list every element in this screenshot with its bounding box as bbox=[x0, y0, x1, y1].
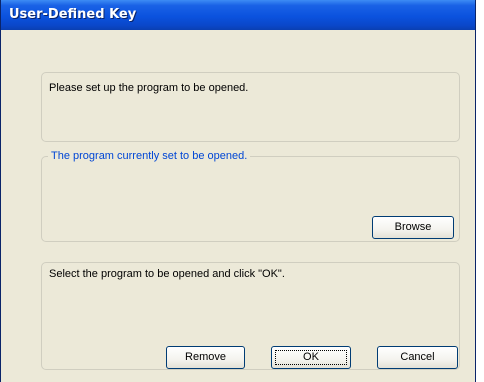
window-title: User-Defined Key bbox=[9, 7, 137, 22]
cancel-button[interactable]: Cancel bbox=[377, 346, 458, 369]
select-instruction-text: Select the program to be opened and clic… bbox=[49, 268, 285, 280]
remove-button[interactable]: Remove bbox=[166, 346, 245, 369]
ok-button[interactable]: OK bbox=[271, 346, 351, 369]
info-text: Please set up the program to be opened. bbox=[49, 82, 249, 94]
user-defined-key-dialog: User-Defined Key Please set up the progr… bbox=[0, 0, 476, 382]
browse-button[interactable]: Browse bbox=[372, 216, 454, 239]
ok-button-label: OK bbox=[303, 351, 319, 363]
remove-button-label: Remove bbox=[185, 351, 226, 363]
browse-button-label: Browse bbox=[394, 221, 432, 233]
cancel-button-label: Cancel bbox=[400, 351, 435, 363]
current-program-legend: The program currently set to be opened. bbox=[48, 150, 251, 162]
title-bar[interactable]: User-Defined Key bbox=[1, 0, 475, 30]
